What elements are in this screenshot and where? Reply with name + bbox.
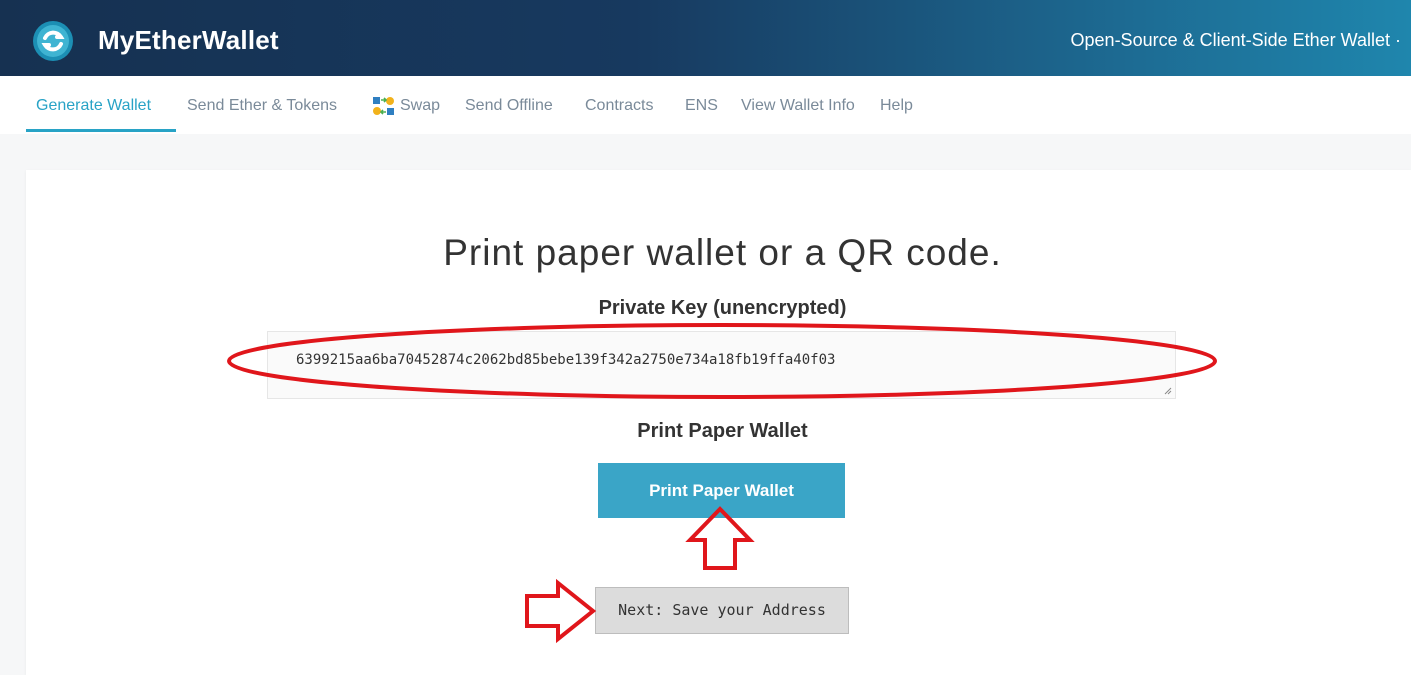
myetherwallet-logo-icon[interactable]	[33, 21, 73, 61]
nav-send-offline[interactable]: Send Offline	[465, 97, 553, 115]
main-nav: Generate Wallet Send Ether & Tokens Swap…	[0, 76, 1411, 134]
print-paper-wallet-label: Print Paper Wallet	[637, 420, 808, 442]
header-tagline: Open-Source & Client-Side Ether Wallet ·	[1070, 30, 1401, 50]
private-key-value: 6399215aa6ba70452874c2062bd85bebe139f342…	[296, 352, 836, 368]
swap-icon	[373, 97, 394, 115]
nav-ens[interactable]: ENS	[685, 97, 718, 115]
nav-swap[interactable]: Swap	[400, 97, 440, 115]
active-tab-indicator	[26, 129, 176, 132]
resize-handle-icon[interactable]	[1164, 387, 1172, 395]
nav-generate-wallet[interactable]: Generate Wallet	[36, 97, 151, 115]
page-title: Print paper wallet or a QR code.	[443, 232, 1002, 273]
next-save-address-button[interactable]: Next: Save your Address	[595, 587, 849, 634]
nav-help[interactable]: Help	[880, 97, 913, 115]
nav-view-wallet-info[interactable]: View Wallet Info	[741, 97, 855, 115]
nav-contracts[interactable]: Contracts	[585, 97, 653, 115]
nav-send-ether-tokens[interactable]: Send Ether & Tokens	[187, 97, 337, 115]
top-header: MyEtherWallet Open-Source & Client-Side …	[0, 0, 1411, 76]
private-key-textarea[interactable]: 6399215aa6ba70452874c2062bd85bebe139f342…	[267, 331, 1176, 399]
brand-name[interactable]: MyEtherWallet	[98, 25, 279, 56]
private-key-label: Private Key (unencrypted)	[598, 297, 847, 319]
print-paper-wallet-button[interactable]: Print Paper Wallet	[598, 463, 845, 518]
